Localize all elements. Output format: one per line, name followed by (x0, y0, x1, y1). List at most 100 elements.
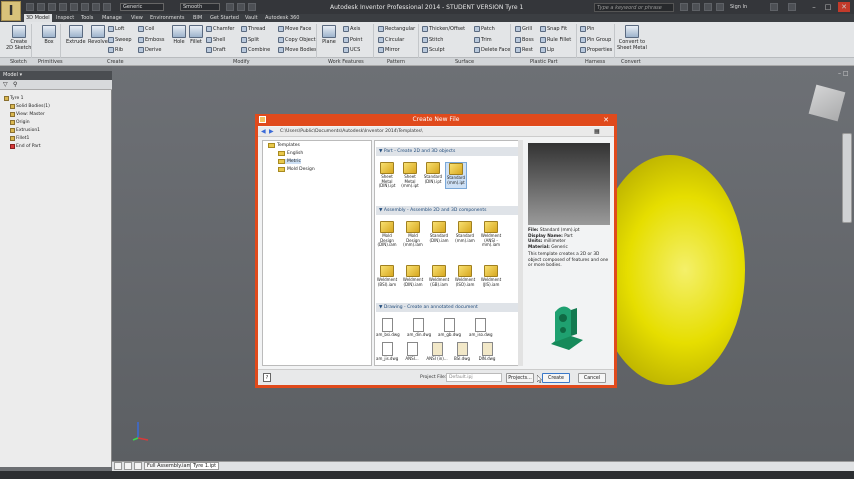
return-icon[interactable] (81, 3, 89, 11)
back-icon[interactable]: ◀ (261, 128, 266, 135)
template-weldment-jis[interactable]: Weldment (JIS).iam (480, 265, 502, 287)
doc-tab-full-assembly[interactable]: Full Assembly.iam (144, 462, 195, 470)
tab-view[interactable]: View (131, 14, 143, 22)
delete-face-button[interactable]: Delete Face (474, 47, 510, 53)
panel-create[interactable]: Create (107, 58, 124, 66)
draft-button[interactable]: Draft (206, 47, 226, 53)
pin-button[interactable]: Pin (580, 26, 594, 32)
tab-vault[interactable]: Vault (245, 14, 258, 22)
sweep-button[interactable]: Sweep (108, 37, 132, 43)
template-sheet-metal-mm[interactable]: Sheet Metal (mm).ipt (399, 162, 421, 189)
section-assembly[interactable]: ▼ Assembly - Assemble 2D and 3D componen… (376, 206, 518, 215)
template-weldment-bsi[interactable]: Weldment (BSI).iam (376, 265, 398, 287)
plane-button[interactable]: Plane (322, 25, 336, 45)
panel-work-features[interactable]: Work Features (328, 58, 364, 66)
cascade-icon[interactable] (124, 462, 132, 470)
open-icon[interactable] (37, 3, 45, 11)
file-pane-scrollbar[interactable] (518, 140, 523, 366)
thread-button[interactable]: Thread (241, 26, 265, 32)
panel-primitives[interactable]: Primitives (38, 58, 63, 66)
folder-templates[interactable]: Templates (268, 143, 300, 148)
point-button[interactable]: Point (343, 37, 362, 43)
tree-node-end-of-part[interactable]: End of Part (10, 144, 41, 149)
tab-autodesk-360[interactable]: Autodesk 360 (265, 14, 300, 22)
exchange-icon[interactable] (770, 3, 778, 11)
help-search-input[interactable]: Type a keyword or phrase (594, 3, 674, 12)
template-standard-mm-iam[interactable]: Standard (mm).iam (454, 221, 476, 248)
folder-metric[interactable]: Metric (278, 159, 301, 164)
box-button[interactable]: Box (42, 25, 56, 45)
create-button[interactable]: Create (542, 373, 570, 383)
copy-object-button[interactable]: Copy Object (278, 37, 316, 43)
minimize-icon[interactable]: – (808, 2, 820, 12)
template-mold-design-mm[interactable]: Mold Design (mm).iam (402, 221, 424, 248)
grill-button[interactable]: Grill (515, 26, 532, 32)
select-icon[interactable] (92, 3, 100, 11)
favorites-icon[interactable] (716, 3, 724, 11)
tree-node-part[interactable]: Tyre 1 (4, 96, 24, 101)
communication-icon[interactable] (704, 3, 712, 11)
cancel-button[interactable]: Cancel (578, 373, 606, 383)
lip-button[interactable]: Lip (540, 47, 554, 53)
derive-button[interactable]: Derive (138, 47, 161, 53)
restore-icon[interactable]: □ (822, 2, 834, 12)
template-am-din[interactable]: am_din.dwg (407, 318, 431, 338)
binoculars-icon[interactable] (680, 3, 688, 11)
tree-node-fillet[interactable]: Fillet1 (10, 136, 29, 141)
find-icon[interactable]: ⚲ (13, 81, 17, 88)
section-drawing[interactable]: ▼ Drawing - Create an annotated document (376, 303, 518, 312)
help-icon[interactable]: ? (263, 373, 271, 382)
material-combo[interactable]: Generic (120, 3, 164, 11)
panel-sketch[interactable]: Sketch (10, 58, 27, 66)
new-icon[interactable] (26, 3, 34, 11)
rest-button[interactable]: Rest (515, 47, 533, 53)
inventor-logo-icon[interactable]: I (1, 1, 21, 21)
stitch-button[interactable]: Stitch (422, 37, 443, 43)
template-ansi[interactable]: ANSI... (401, 342, 423, 366)
subscription-icon[interactable] (692, 3, 700, 11)
sign-in-link[interactable]: Sign In (730, 4, 747, 10)
viewport-window-controls-icon[interactable]: – □ (838, 70, 849, 77)
rule-fillet-button[interactable]: Rule Fillet (540, 37, 571, 43)
circular-button[interactable]: Circular (378, 37, 404, 43)
template-weldment-gb[interactable]: Weldment (GB).iam (428, 265, 450, 287)
update-icon[interactable] (103, 3, 111, 11)
folder-english[interactable]: English (278, 151, 303, 156)
template-weldment-ansi-mm[interactable]: Weldment (ANSI - mm).iam (480, 221, 502, 248)
thicken-offset-button[interactable]: Thicken/Offset (422, 26, 465, 32)
template-standard-din-iam[interactable]: Standard (DIN).iam (428, 221, 450, 248)
template-standard-mm[interactable]: Standard (mm).ipt (445, 162, 467, 189)
hole-button[interactable]: Hole (172, 25, 186, 45)
arrange-icon[interactable] (134, 462, 142, 470)
revolve-button[interactable]: Revolve (88, 25, 108, 45)
redo-icon[interactable] (70, 3, 78, 11)
help-icon[interactable] (788, 3, 796, 11)
panel-convert[interactable]: Convert (621, 58, 641, 66)
panel-plastic-part[interactable]: Plastic Part (530, 58, 558, 66)
tab-inspect[interactable]: Inspect (56, 14, 74, 22)
create-sketch-button[interactable]: Create 2D Sketch (6, 25, 31, 51)
projects-button[interactable]: Projects... (506, 373, 534, 383)
template-weldment-din[interactable]: Weldment (DIN).iam (402, 265, 424, 287)
emboss-button[interactable]: Emboss (138, 37, 164, 43)
project-file-select[interactable]: Default.ipj (446, 373, 502, 382)
template-am-bsi[interactable]: am_bsi.dwg (376, 318, 400, 338)
template-sheet-metal-din[interactable]: Sheet Metal (DIN).ipt (376, 162, 398, 189)
panel-pattern[interactable]: Pattern (387, 58, 405, 66)
tab-3d-model[interactable]: 3D Model (24, 14, 52, 22)
template-am-jis[interactable]: am_jis.dwg (376, 342, 398, 366)
trim-button[interactable]: Trim (474, 37, 492, 43)
panel-modify[interactable]: Modify (233, 58, 250, 66)
convert-sheet-metal-button[interactable]: Convert to Sheet Metal (617, 25, 647, 51)
template-am-iso[interactable]: am_iso.dwg (469, 318, 493, 338)
rib-button[interactable]: Rib (108, 47, 123, 53)
tab-manage[interactable]: Manage (102, 14, 122, 22)
rectangular-button[interactable]: Rectangular (378, 26, 415, 32)
tab-get-started[interactable]: Get Started (210, 14, 239, 22)
tile-icon[interactable] (114, 462, 122, 470)
template-bsi[interactable]: BSI.dwg (451, 342, 473, 366)
boss-button[interactable]: Boss (515, 37, 534, 43)
tyre-model[interactable] (595, 155, 745, 385)
tab-tools[interactable]: Tools (81, 14, 93, 22)
tab-bim[interactable]: BIM (193, 14, 202, 22)
